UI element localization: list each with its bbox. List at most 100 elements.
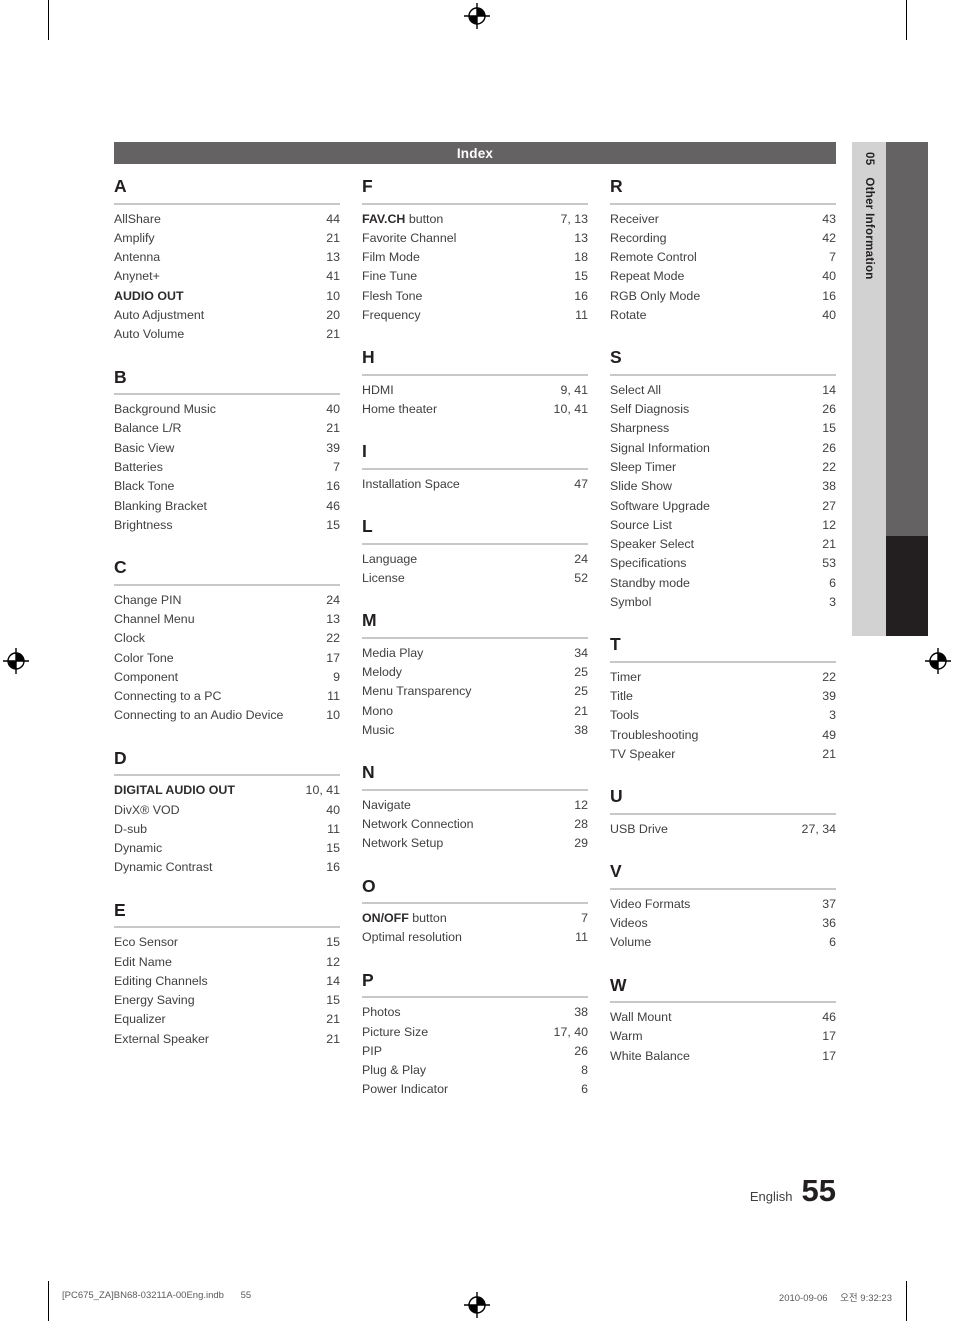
index-entry[interactable]: Rotate 40 [610, 306, 836, 325]
index-entry[interactable]: Power Indicator 6 [362, 1080, 588, 1099]
index-entry[interactable]: Background Music 40 [114, 400, 340, 419]
index-entry[interactable]: Installation Space 47 [362, 475, 588, 494]
index-entry[interactable]: Menu Transparency 25 [362, 682, 588, 701]
index-entry[interactable]: Music 38 [362, 721, 588, 740]
index-entry[interactable]: Blanking Bracket 46 [114, 497, 340, 516]
index-entry[interactable]: Film Mode 18 [362, 248, 588, 267]
index-entry[interactable]: FAV.CH button 7, 13 [362, 210, 588, 229]
index-entry[interactable]: Source List 12 [610, 516, 836, 535]
index-entry[interactable]: Black Tone 16 [114, 477, 340, 496]
index-entry[interactable]: Clock 22 [114, 629, 340, 648]
index-entry[interactable]: ON/OFF button 7 [362, 909, 588, 928]
index-entry[interactable]: AUDIO OUT 10 [114, 287, 340, 306]
index-entry[interactable]: Connecting to a PC 11 [114, 687, 340, 706]
index-entry[interactable]: Balance L/R 21 [114, 419, 340, 438]
index-entry[interactable]: Equalizer 21 [114, 1010, 340, 1029]
index-entry[interactable]: PIP 26 [362, 1042, 588, 1061]
index-entry-term: Balance L/R [114, 421, 182, 436]
index-entry[interactable]: Signal Information 26 [610, 439, 836, 458]
index-entry[interactable]: Color Tone 17 [114, 649, 340, 668]
index-entry[interactable]: Change PIN 24 [114, 591, 340, 610]
index-entry[interactable]: Specifications 53 [610, 554, 836, 573]
index-entry[interactable]: Auto Adjustment 20 [114, 306, 340, 325]
index-entry[interactable]: Anynet+ 41 [114, 267, 340, 286]
index-letter-group: A AllShare 44 Amplify 21 Antenna 13 Anynet+ 41 AU… [114, 177, 340, 345]
index-entry-term: Fine Tune [362, 269, 418, 284]
index-entry[interactable]: Sleep Timer 22 [610, 458, 836, 477]
index-entry[interactable]: Remote Control 7 [610, 248, 836, 267]
index-entry[interactable]: Sharpness 15 [610, 419, 836, 438]
index-entry[interactable]: Photos 38 [362, 1003, 588, 1022]
print-meta-filename: [PC675_ZA]BN68-03211A-00Eng.indb [62, 1290, 224, 1301]
index-entry[interactable]: Batteries 7 [114, 458, 340, 477]
index-entry[interactable]: Auto Volume 21 [114, 325, 340, 344]
index-entry[interactable]: Timer 22 [610, 668, 836, 687]
index-entry[interactable]: Edit Name 12 [114, 953, 340, 972]
index-entry-term: Picture Size [362, 1024, 429, 1039]
index-entry[interactable]: Video Formats 37 [610, 895, 836, 914]
index-entry[interactable]: Home theater 10, 41 [362, 400, 588, 419]
index-entry[interactable]: Frequency 11 [362, 306, 588, 325]
index-entry-page: 10, 41 [553, 402, 588, 417]
index-entry[interactable]: D-sub 11 [114, 820, 340, 839]
index-entry[interactable]: Wall Mount 46 [610, 1008, 836, 1027]
index-entry[interactable]: Favorite Channel 13 [362, 229, 588, 248]
index-entry[interactable]: Energy Saving 15 [114, 991, 340, 1010]
index-entry[interactable]: Videos 36 [610, 914, 836, 933]
index-entry[interactable]: Software Upgrade 27 [610, 497, 836, 516]
index-entry[interactable]: Tools 3 [610, 706, 836, 725]
index-entry[interactable]: Media Play 34 [362, 644, 588, 663]
index-entry[interactable]: Volume 6 [610, 933, 836, 952]
index-entry[interactable]: Title 39 [610, 687, 836, 706]
index-entry[interactable]: License 52 [362, 569, 588, 588]
index-entry[interactable]: Speaker Select 21 [610, 535, 836, 554]
index-entry[interactable]: USB Drive 27, 34 [610, 820, 836, 839]
index-entry[interactable]: Network Setup 29 [362, 834, 588, 853]
index-entry[interactable]: Repeat Mode 40 [610, 267, 836, 286]
index-entry[interactable]: Mono 21 [362, 702, 588, 721]
index-entry[interactable]: Eco Sensor 15 [114, 933, 340, 952]
index-entry[interactable]: Plug & Play 8 [362, 1061, 588, 1080]
index-entry[interactable]: Amplify 21 [114, 229, 340, 248]
index-entry[interactable]: AllShare 44 [114, 210, 340, 229]
index-entry[interactable]: Component 9 [114, 668, 340, 687]
index-entry[interactable]: Connecting to an Audio Device 10 [114, 706, 340, 725]
index-letter-group: U USB Drive 27, 34 [610, 788, 836, 839]
index-entry[interactable]: Brightness 15 [114, 516, 340, 535]
index-entry[interactable]: Basic View 39 [114, 439, 340, 458]
index-entry[interactable]: White Balance 17 [610, 1047, 836, 1066]
index-entry-page: 11 [327, 689, 340, 704]
index-entry[interactable]: DivX® VOD 40 [114, 801, 340, 820]
index-entry[interactable]: Editing Channels 14 [114, 972, 340, 991]
index-entry[interactable]: Recording 42 [610, 229, 836, 248]
index-entry[interactable]: Symbol 3 [610, 593, 836, 612]
index-entry[interactable]: Warm 17 [610, 1027, 836, 1046]
index-entry[interactable]: Receiver 43 [610, 210, 836, 229]
index-entry[interactable]: Melody 25 [362, 663, 588, 682]
index-entry-page: 15 [326, 993, 340, 1008]
index-entry[interactable]: Standby mode 6 [610, 574, 836, 593]
index-entry[interactable]: Network Connection 28 [362, 815, 588, 834]
index-entry[interactable]: TV Speaker 21 [610, 745, 836, 764]
index-entry[interactable]: Optimal resolution 11 [362, 928, 588, 947]
index-entry[interactable]: HDMI 9, 41 [362, 381, 588, 400]
index-entry[interactable]: Dynamic 15 [114, 839, 340, 858]
index-entry-term: Rotate [610, 307, 647, 322]
index-entry[interactable]: Self Diagnosis 26 [610, 400, 836, 419]
index-entry[interactable]: Dynamic Contrast 16 [114, 858, 340, 877]
index-entry[interactable]: Troubleshooting 49 [610, 726, 836, 745]
index-entry[interactable]: Language 24 [362, 550, 588, 569]
index-entry[interactable]: Channel Menu 13 [114, 610, 340, 629]
index-entry-page: 7, 13 [560, 211, 588, 226]
index-entry[interactable]: Slide Show 38 [610, 477, 836, 496]
index-entry[interactable]: Picture Size 17, 40 [362, 1023, 588, 1042]
index-entry[interactable]: Fine Tune 15 [362, 267, 588, 286]
index-entry-page: 21 [822, 747, 836, 762]
index-entry[interactable]: Navigate 12 [362, 796, 588, 815]
index-entry[interactable]: DIGITAL AUDIO OUT 10, 41 [114, 781, 340, 800]
index-entry[interactable]: RGB Only Mode 16 [610, 287, 836, 306]
index-entry[interactable]: External Speaker 21 [114, 1030, 340, 1049]
index-entry[interactable]: Flesh Tone 16 [362, 287, 588, 306]
index-entry[interactable]: Select All 14 [610, 381, 836, 400]
index-entry[interactable]: Antenna 13 [114, 248, 340, 267]
